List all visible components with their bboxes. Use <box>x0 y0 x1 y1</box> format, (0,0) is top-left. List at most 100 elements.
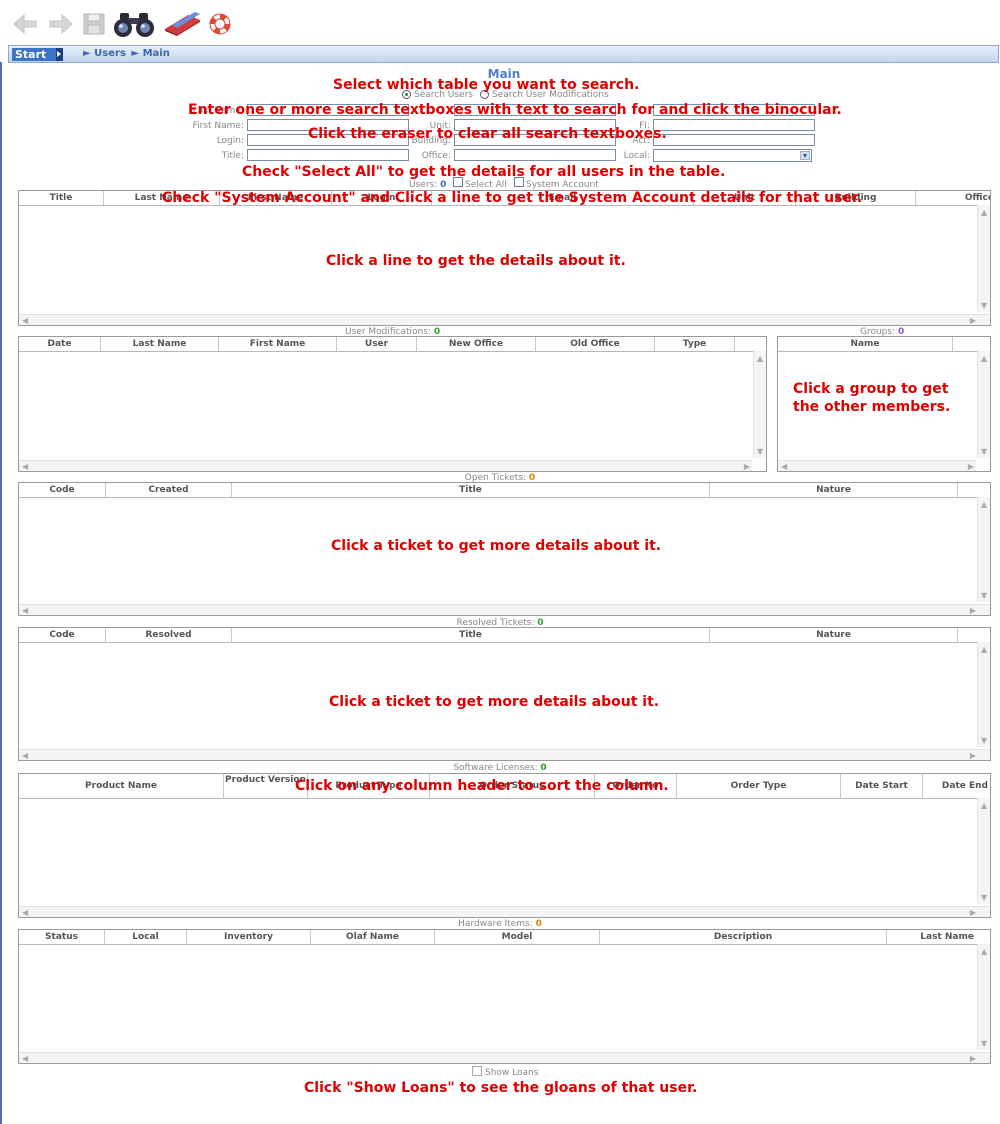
col-title[interactable]: Title <box>232 483 710 497</box>
col-order-type[interactable]: Order Type <box>677 774 841 798</box>
forward-arrow-icon <box>49 13 73 35</box>
scroll-down-icon[interactable]: ▼ <box>757 447 763 456</box>
col-office[interactable]: Office <box>916 191 990 205</box>
col-date-end[interactable]: Date End <box>923 774 990 798</box>
col-status[interactable]: Status <box>19 930 105 944</box>
office-field[interactable] <box>454 149 616 161</box>
chevron-down-icon[interactable] <box>800 151 810 160</box>
groups-hscroll[interactable]: ◀ ▶ <box>778 460 976 471</box>
resolved-tickets-hscroll[interactable]: ◀ ▶ <box>19 749 990 760</box>
col-resolved[interactable]: Resolved <box>106 628 232 642</box>
scroll-left-icon[interactable]: ◀ <box>22 462 28 471</box>
scroll-up-icon[interactable]: ▲ <box>981 500 987 509</box>
hardware-items-table[interactable]: Status Local Inventory Olaf Name Model D… <box>18 929 991 1064</box>
scroll-left-icon[interactable]: ◀ <box>781 462 787 471</box>
hardware-hscroll[interactable]: ◀ ▶ <box>19 1052 990 1063</box>
scroll-left-icon[interactable]: ◀ <box>22 316 28 325</box>
scroll-right-icon[interactable]: ▶ <box>970 316 976 325</box>
act-field[interactable] <box>653 134 815 146</box>
col-title[interactable]: Title <box>232 628 710 642</box>
modifications-hscroll[interactable]: ◀ ▶ <box>19 460 752 471</box>
scroll-right-icon[interactable]: ▶ <box>744 462 750 471</box>
fi-field[interactable] <box>653 119 815 131</box>
eraser-icon <box>165 12 200 36</box>
open-tickets-hscroll[interactable]: ◀ ▶ <box>19 604 990 615</box>
back-arrow-icon <box>13 13 37 35</box>
col-name[interactable]: Name <box>778 337 953 351</box>
search-binocular-button[interactable] <box>112 9 156 39</box>
col-old-office[interactable]: Old Office <box>536 337 655 351</box>
modifications-table[interactable]: Date Last Name First Name User New Offic… <box>18 336 767 472</box>
hint-line-details: Click a line to get the details about it… <box>326 253 626 269</box>
scroll-left-icon[interactable]: ◀ <box>22 751 28 760</box>
scroll-down-icon[interactable]: ▼ <box>981 736 987 745</box>
scroll-up-icon[interactable]: ▲ <box>981 645 987 654</box>
col-first-name[interactable]: First Name <box>219 337 337 351</box>
scroll-down-icon[interactable]: ▼ <box>981 591 987 600</box>
scroll-left-icon[interactable]: ◀ <box>22 1054 28 1063</box>
col-created[interactable]: Created <box>106 483 232 497</box>
col-code[interactable]: Code <box>19 628 106 642</box>
breadcrumb-users[interactable]: ► Users <box>83 48 126 59</box>
col-olaf-name[interactable]: Olaf Name <box>311 930 435 944</box>
local-select[interactable] <box>653 149 812 162</box>
title-field[interactable] <box>247 149 409 161</box>
resolved-tickets-header: Code Resolved Title Nature <box>19 628 990 643</box>
col-product-name[interactable]: Product Name <box>19 774 224 798</box>
resolved-tickets-vscroll[interactable]: ▲ ▼ <box>977 642 990 747</box>
scroll-left-icon[interactable]: ◀ <box>22 606 28 615</box>
eraser-button[interactable] <box>161 9 203 39</box>
users-table-hscroll[interactable]: ◀ ▶ <box>19 314 990 325</box>
col-description[interactable]: Description <box>600 930 887 944</box>
scroll-down-icon[interactable]: ▼ <box>981 447 987 456</box>
start-button[interactable]: Start <box>12 48 56 61</box>
col-nature[interactable]: Nature <box>710 628 958 642</box>
scroll-up-icon[interactable]: ▲ <box>981 801 987 810</box>
scroll-down-icon[interactable]: ▼ <box>981 893 987 902</box>
scroll-right-icon[interactable]: ▶ <box>970 908 976 917</box>
scroll-up-icon[interactable]: ▲ <box>981 208 987 217</box>
open-tickets-header: Code Created Title Nature <box>19 483 990 498</box>
col-nature[interactable]: Nature <box>710 483 958 497</box>
scroll-up-icon[interactable]: ▲ <box>757 354 763 363</box>
help-button[interactable] <box>207 9 233 39</box>
scroll-right-icon[interactable]: ▶ <box>968 462 974 471</box>
save-button[interactable] <box>80 9 108 39</box>
scroll-left-icon[interactable]: ◀ <box>22 908 28 917</box>
scroll-down-icon[interactable]: ▼ <box>981 1039 987 1048</box>
software-hscroll[interactable]: ◀ ▶ <box>19 906 990 917</box>
scroll-right-icon[interactable]: ▶ <box>970 606 976 615</box>
back-button[interactable] <box>10 9 40 39</box>
groups-vscroll[interactable]: ▲ ▼ <box>977 351 990 458</box>
col-type[interactable]: Type <box>655 337 735 351</box>
col-inventory[interactable]: Inventory <box>187 930 311 944</box>
hint-eraser: Click the eraser to clear all search tex… <box>308 126 667 142</box>
breadcrumb-main[interactable]: ► Main <box>131 48 169 59</box>
col-last-name[interactable]: Last Name <box>101 337 219 351</box>
hint-sort-column: Click on any column header to sort the c… <box>295 778 669 794</box>
users-table-vscroll[interactable]: ▲ ▼ <box>977 205 990 312</box>
col-code[interactable]: Code <box>19 483 106 497</box>
software-licenses-table[interactable]: Product Name Product Version Product Typ… <box>18 773 991 918</box>
open-tickets-vscroll[interactable]: ▲ ▼ <box>977 497 990 602</box>
col-title[interactable]: Title <box>19 191 104 205</box>
col-model[interactable]: Model <box>435 930 600 944</box>
col-local[interactable]: Local <box>105 930 187 944</box>
scroll-right-icon[interactable]: ▶ <box>970 1054 976 1063</box>
scroll-up-icon[interactable]: ▲ <box>981 947 987 956</box>
show-loans-checkbox[interactable] <box>472 1066 482 1076</box>
scroll-up-icon[interactable]: ▲ <box>981 354 987 363</box>
col-user[interactable]: User <box>337 337 417 351</box>
scroll-down-icon[interactable]: ▼ <box>981 301 987 310</box>
modifications-vscroll[interactable]: ▲ ▼ <box>753 351 766 458</box>
start-menu-arrow-icon[interactable] <box>56 48 63 61</box>
hardware-vscroll[interactable]: ▲ ▼ <box>977 944 990 1050</box>
col-date[interactable]: Date <box>19 337 101 351</box>
col-new-office[interactable]: New Office <box>417 337 536 351</box>
software-vscroll[interactable]: ▲ ▼ <box>977 798 990 904</box>
forward-button[interactable] <box>46 9 76 39</box>
col-last-name[interactable]: Last Name <box>887 930 990 944</box>
col-date-start[interactable]: Date Start <box>841 774 923 798</box>
scroll-right-icon[interactable]: ▶ <box>970 751 976 760</box>
hint-show-loans: Click "Show Loans" to see the gloans of … <box>304 1080 698 1096</box>
